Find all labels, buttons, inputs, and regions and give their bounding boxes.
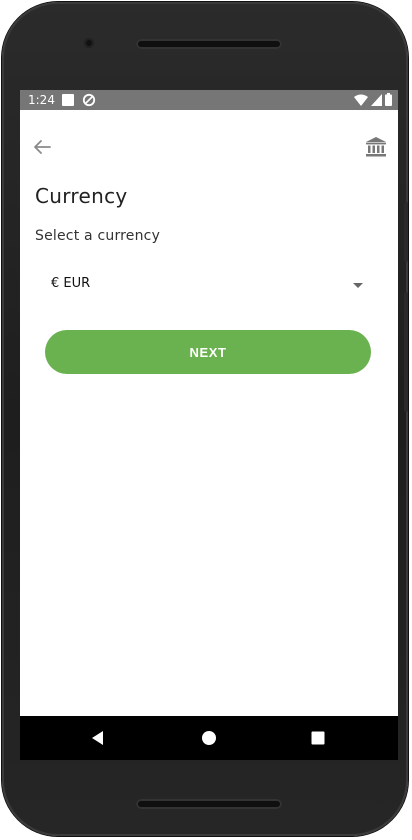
battery-icon	[385, 93, 392, 106]
currency-select[interactable]: € EUR	[35, 270, 365, 300]
bank-icon[interactable]	[364, 135, 388, 159]
screen: 1:24 Currency Select a currency € EUR NE…	[20, 90, 398, 760]
page-title: Currency	[35, 184, 128, 208]
status-bar: 1:24	[20, 90, 398, 110]
sync-icon	[82, 93, 96, 107]
volume-button	[404, 292, 408, 412]
status-time: 1:24	[28, 93, 55, 107]
dropdown-arrow-icon	[353, 283, 363, 288]
top-speaker	[136, 39, 282, 49]
phone-frame: 1:24 Currency Select a currency € EUR NE…	[2, 2, 408, 836]
status-right-icons	[354, 93, 392, 106]
navigation-bar	[20, 716, 398, 760]
page-subtitle: Select a currency	[35, 228, 161, 244]
app-bar	[20, 110, 398, 186]
bottom-speaker	[136, 799, 282, 809]
nav-back-icon[interactable]	[90, 730, 106, 746]
front-camera	[84, 38, 94, 48]
signal-icon	[371, 93, 382, 106]
nav-recents-icon[interactable]	[310, 730, 326, 746]
next-button[interactable]: NEXT	[45, 330, 371, 374]
power-button	[404, 202, 408, 262]
currency-select-value: € EUR	[51, 276, 91, 291]
wifi-icon	[354, 94, 368, 106]
nav-home-icon[interactable]	[201, 730, 217, 746]
arrow-left-icon[interactable]	[30, 135, 54, 159]
notification-square-icon	[62, 94, 74, 106]
